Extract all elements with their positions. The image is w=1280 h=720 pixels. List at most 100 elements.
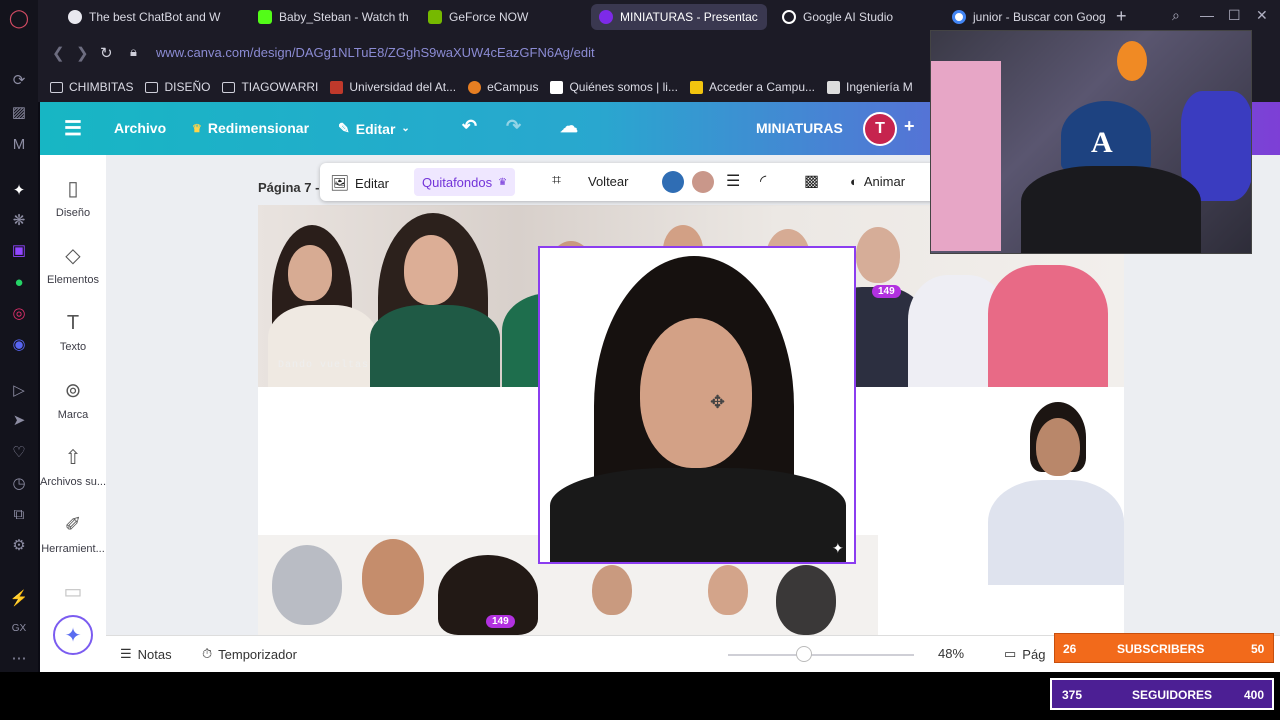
screen: ◯ ⟳ ▨ M ✦ ❋ ▣ ● ◎ ◉ ▷ ➤ ♡ ◷ ⧉ ⚙ ⚡ GX ⋯ T… (0, 0, 1280, 720)
menu-hamburger-icon[interactable]: ☰ (64, 116, 82, 141)
pages-button[interactable]: ▭ Pág (1004, 646, 1045, 662)
minimize-icon[interactable]: — (1200, 7, 1214, 23)
reload-icon[interactable]: ↻ (100, 44, 113, 62)
subscribers-goal: 50 (1251, 642, 1265, 656)
archivo-label: Archivo (114, 120, 167, 136)
sidebar-item-elementos[interactable]: ◇ Elementos (40, 244, 106, 286)
new-tab-plus-icon[interactable]: + (1116, 6, 1127, 27)
notas-button[interactable]: ☰ Notas (120, 646, 172, 662)
tab-miniaturas[interactable]: MINIATURAS - Presentac (591, 4, 767, 30)
bookmark-acceder-campus[interactable]: Acceder a Campu... (689, 80, 815, 94)
sidebar-item-diseno[interactable]: ▯ Diseño (40, 177, 106, 219)
voltear-button[interactable]: Voltear (588, 174, 628, 189)
design-title[interactable]: MINIATURAS (756, 120, 843, 136)
edit-image-button[interactable]: 🖼︎ Editar (330, 174, 389, 192)
easy-setup-icon[interactable]: ▨ (9, 102, 29, 122)
person-smiling-photo[interactable] (988, 400, 1124, 585)
forward-icon[interactable]: ❯ (76, 44, 89, 62)
redo-icon[interactable]: ↷ (506, 116, 521, 137)
sidebar-item-marca[interactable]: ⊚ Marca (40, 379, 106, 421)
border-style-icon[interactable]: ☰ (726, 171, 740, 191)
zoom-slider-thumb[interactable] (796, 646, 812, 662)
redimensionar-button[interactable]: ♛ Redimensionar (192, 120, 309, 136)
crown-icon: ♛ (192, 122, 202, 135)
zoom-value[interactable]: 48% (938, 646, 964, 661)
maximize-icon[interactable]: ☐ (1228, 7, 1241, 24)
ingenieria-favicon-icon (827, 80, 841, 94)
canvas-page[interactable]: Dando vueltas ✥ ✦ 149 149 (258, 205, 1124, 635)
webcam-overlay: A (930, 30, 1252, 254)
opera-logo-icon[interactable]: ◯ (9, 8, 29, 28)
sidebar-item-label: Texto (59, 341, 87, 353)
archivo-button[interactable]: Archivo (114, 120, 166, 136)
opera-sidebar: ◯ ⟳ ▨ M ✦ ❋ ▣ ● ◎ ◉ ▷ ➤ ♡ ◷ ⧉ ⚙ ⚡ GX ⋯ (0, 0, 38, 672)
quitafondos-button[interactable]: Quitafondos ♛ (414, 168, 516, 196)
magic-assistant-button[interactable]: ✦ (53, 615, 93, 655)
add-collaborator-plus-icon[interactable]: + (904, 116, 915, 137)
send-icon[interactable]: ➤ (9, 410, 29, 430)
selected-portrait[interactable] (540, 248, 854, 562)
url-field[interactable]: www.canva.com/design/DAGg1NLTuE8/ZGghS9w… (156, 45, 595, 60)
bookmark-folder-chimbitas[interactable]: CHIMBITAS (50, 80, 133, 94)
player-icon[interactable]: ▷ (9, 380, 29, 400)
person-11-face (708, 565, 748, 615)
settings-icon[interactable]: ⚙ (9, 535, 29, 555)
crop-icon[interactable]: ⌗ (552, 172, 561, 190)
whatsapp-icon[interactable]: ● (9, 272, 29, 292)
tab-kick[interactable]: Baby_Steban - Watch th (250, 4, 412, 30)
sidebar-item-label: Elementos (47, 274, 99, 286)
discord-icon[interactable]: ◉ (9, 334, 29, 354)
tab-label: MINIATURAS - Presentac (620, 10, 758, 24)
tab-chatbot[interactable]: The best ChatBot and W (60, 4, 246, 30)
back-icon[interactable]: ❮ (52, 44, 65, 62)
instagram-icon[interactable]: ◎ (9, 303, 29, 323)
cap-logo-icon: A (1091, 126, 1113, 159)
tab-label: Baby_Steban - Watch th (279, 10, 409, 24)
more-icon[interactable]: ⋯ (9, 648, 29, 668)
chatgpt-icon[interactable]: ✦ (9, 180, 29, 200)
transparency-icon[interactable]: ▩ (804, 171, 819, 191)
sidebar-item-texto[interactable]: T Texto (40, 311, 106, 353)
gx-text-icon[interactable]: GX (9, 618, 29, 638)
zoom-slider-track[interactable] (728, 654, 914, 656)
temporizador-button[interactable]: ⏱ Temporizador (202, 646, 297, 662)
animar-label: Animar (863, 174, 906, 189)
selected-image-frame[interactable]: ✥ ✦ (538, 246, 856, 564)
sidebar-item-archivos[interactable]: ⇧ Archivos su... (40, 446, 106, 488)
ai-studio-favicon-icon (782, 10, 796, 24)
avatar[interactable]: T (863, 112, 897, 146)
bookmark-ingenieria[interactable]: Ingeniería M (827, 80, 913, 94)
cloud-saved-icon[interactable]: ☁ (560, 116, 578, 137)
corner-rounding-icon[interactable]: ◜ (760, 171, 766, 191)
tab-google-search[interactable]: junior - Buscar con Goog (944, 4, 1110, 30)
color-swatch-rose[interactable] (692, 171, 714, 193)
heart-icon[interactable]: ♡ (9, 442, 29, 462)
tab-google-ai-studio[interactable]: Google AI Studio (774, 4, 944, 30)
history-icon[interactable]: ◷ (9, 473, 29, 493)
animar-button[interactable]: ◐ Animar (850, 174, 905, 189)
mail-icon[interactable]: M (9, 134, 29, 154)
search-tabs-icon[interactable]: ⌕ (1172, 7, 1180, 24)
editar-label: Editar (355, 120, 396, 137)
bookmark-universidad[interactable]: Universidad del At... (330, 80, 456, 94)
close-window-icon[interactable]: ✕ (1256, 7, 1268, 24)
aria-icon[interactable]: ⟳ (9, 70, 29, 90)
undo-icon[interactable]: ↶ (462, 116, 477, 137)
editar-mode-button[interactable]: ✎ Editar ⌄ (338, 120, 410, 137)
sparkle-edit-icon[interactable]: ✦ (832, 540, 844, 557)
bookmark-quienes-somos[interactable]: Quiénes somos | li... (550, 80, 678, 94)
gx-icon[interactable]: ⚡ (9, 588, 29, 608)
sidebar-item-folder[interactable]: ▭ (40, 580, 106, 604)
bookmark-folder-diseno[interactable]: DISEÑO (145, 80, 210, 94)
sidebar-item-herramientas[interactable]: ✐ Herramient... (40, 513, 106, 555)
bookmark-ecampus[interactable]: eCampus (468, 80, 538, 94)
color-swatch-blue[interactable] (662, 171, 684, 193)
openai-icon[interactable]: ❋ (9, 210, 29, 230)
tab-bar: The best ChatBot and W Baby_Steban - Wat… (38, 0, 1280, 34)
twitch-icon[interactable]: ▣ (9, 240, 29, 260)
extensions-icon[interactable]: ⧉ (9, 504, 29, 524)
tab-icon-sidebar[interactable] (48, 4, 56, 30)
bookmark-folder-tiagowarri[interactable]: TIAGOWARRI (222, 80, 318, 94)
canva-side-panel: ▯ Diseño ◇ Elementos T Texto ⊚ Marca ⇧ Archiv… (40, 155, 106, 672)
tab-geforce-now[interactable]: GeForce NOW (420, 4, 580, 30)
